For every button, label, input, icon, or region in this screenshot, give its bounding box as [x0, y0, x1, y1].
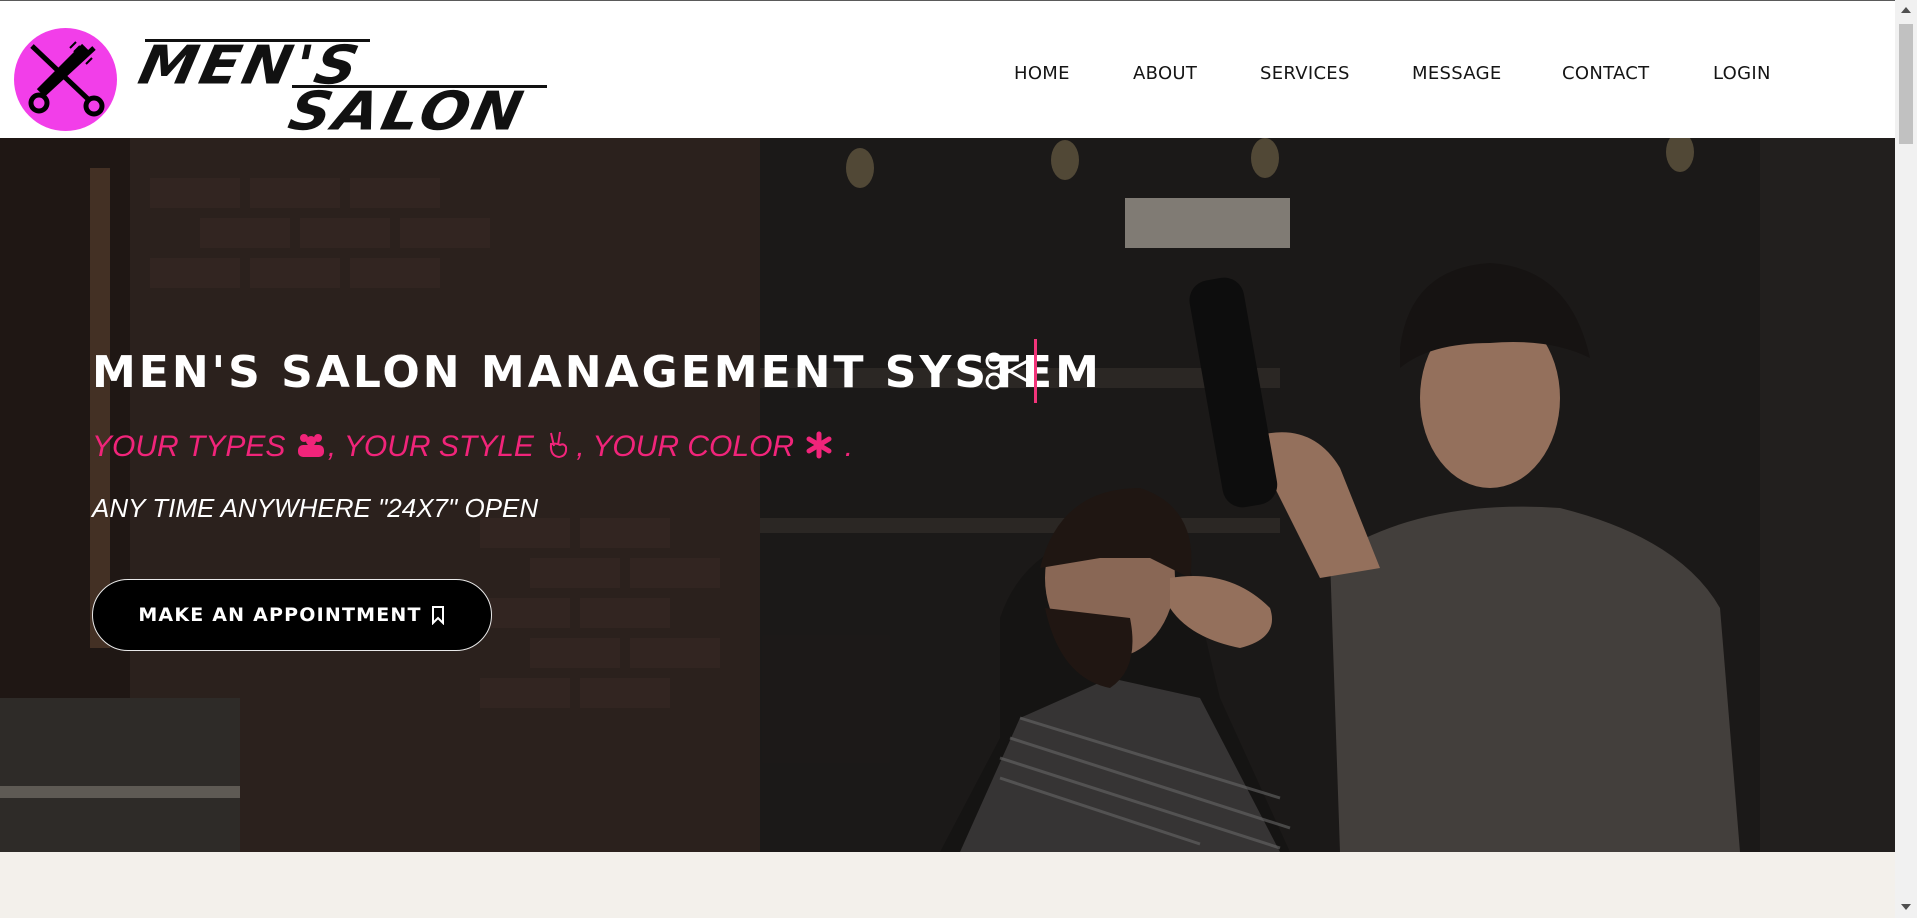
- make-appointment-button[interactable]: MAKE AN APPOINTMENT: [92, 579, 492, 651]
- tagline-style: , YOUR STYLE: [327, 430, 534, 463]
- nav-login[interactable]: LOGIN: [1713, 63, 1771, 84]
- hero-subline: ANY TIME ANYWHERE "24X7" OPEN: [92, 493, 539, 523]
- scroll-up-arrow-icon[interactable]: [1901, 7, 1911, 13]
- tagline-end: .: [844, 430, 854, 463]
- typing-caret: [1034, 339, 1037, 403]
- scroll-thumb[interactable]: [1899, 24, 1913, 144]
- main-nav: HOME ABOUT SERVICES MESSAGE CONTACT LOGI…: [0, 63, 1895, 87]
- scissors-icon: [985, 352, 1032, 390]
- nav-contact[interactable]: CONTACT: [1562, 63, 1649, 84]
- victory-hand-icon: [550, 431, 568, 459]
- hero-title: MEN'S SALON MANAGEMENT SYSTEM: [92, 347, 1102, 398]
- scroll-down-arrow-icon[interactable]: [1901, 904, 1911, 910]
- tagline-types: YOUR TYPES: [92, 430, 286, 463]
- bookmark-icon: [431, 606, 444, 625]
- tagline-color: , YOUR COLOR: [576, 430, 795, 463]
- nav-home[interactable]: HOME: [1014, 63, 1070, 84]
- page-scrollbar[interactable]: [1895, 0, 1917, 918]
- hero-section: MEN'S SALON MANAGEMENT SYSTEM YOUR TYPES…: [0, 138, 1895, 852]
- asterisk-icon: [806, 431, 832, 459]
- nav-message[interactable]: MESSAGE: [1412, 63, 1502, 84]
- group-icon: [297, 434, 324, 457]
- brand-line-2[interactable]: SALON: [283, 80, 531, 143]
- site-header: MEN'S SALON HOME ABOUT SERVICES MESSAGE …: [0, 1, 1895, 142]
- page-viewport: MEN'S SALON HOME ABOUT SERVICES MESSAGE …: [0, 0, 1895, 918]
- nav-services[interactable]: SERVICES: [1260, 63, 1350, 84]
- cta-label: MAKE AN APPOINTMENT: [138, 604, 422, 626]
- hero-tagline: YOUR TYPES , YOUR STYLE , YOUR COLOR .: [92, 430, 853, 464]
- nav-about[interactable]: ABOUT: [1133, 63, 1197, 84]
